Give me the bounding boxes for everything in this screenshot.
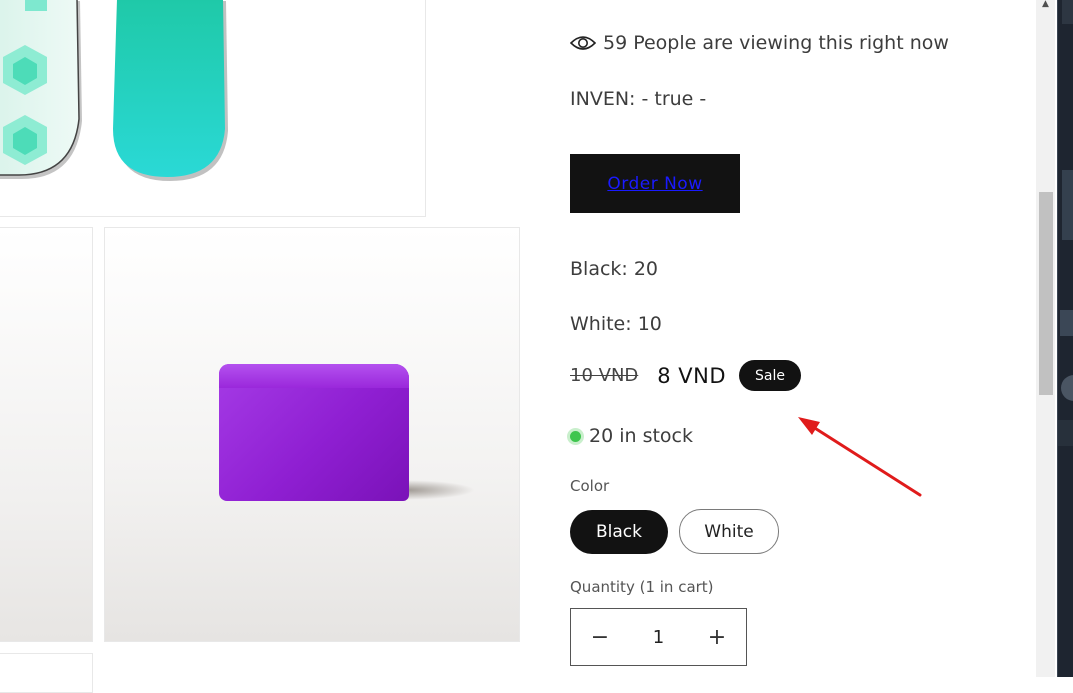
quantity-input[interactable]: 1 xyxy=(653,627,664,648)
page-scrollbar-thumb[interactable] xyxy=(1039,192,1053,395)
viewing-text: 59 People are viewing this right now xyxy=(603,32,949,54)
gallery-image-partial[interactable] xyxy=(0,227,93,642)
stock-status: 20 in stock xyxy=(570,425,693,447)
soap-top-face xyxy=(219,364,409,388)
sale-badge: Sale xyxy=(739,360,802,391)
soap-image xyxy=(219,364,409,501)
scroll-up-arrow-icon[interactable]: ▲ xyxy=(1036,0,1055,14)
color-option-white-label: White xyxy=(704,521,754,542)
color-option-black[interactable]: Black xyxy=(570,510,668,554)
regular-price: 10 VND xyxy=(570,365,639,386)
quantity-stepper: − 1 + xyxy=(570,608,747,666)
order-now-link[interactable]: Order Now xyxy=(607,174,702,194)
color-option-black-label: Black xyxy=(596,522,642,542)
variant-stock-black: Black: 20 xyxy=(570,258,659,280)
sale-price: 8 VND xyxy=(657,363,727,388)
order-now-button[interactable]: Order Now xyxy=(570,154,740,213)
devtools-toolbar xyxy=(1062,0,1073,24)
color-option-white[interactable]: White xyxy=(679,509,779,554)
gallery-image-snowboard[interactable] xyxy=(0,0,426,217)
eye-icon xyxy=(570,36,596,50)
annotation-arrow-icon xyxy=(798,417,922,497)
in-stock-dot-icon xyxy=(570,430,581,442)
gallery-image-soap[interactable] xyxy=(104,227,520,642)
devtools-toggle[interactable] xyxy=(1061,375,1073,401)
snowboard-image xyxy=(0,0,228,181)
devtools-panel-edge xyxy=(1057,0,1073,677)
inventory-text: INVEN: - true - xyxy=(570,88,707,110)
quantity-increase-button[interactable]: + xyxy=(688,625,746,650)
variant-stock-white: White: 10 xyxy=(570,313,662,335)
devtools-tab[interactable] xyxy=(1058,420,1073,446)
viewing-counter: 59 People are viewing this right now xyxy=(570,32,949,54)
devtools-collapse-icon[interactable] xyxy=(1060,310,1073,336)
quantity-label: Quantity (1 in cart) xyxy=(570,578,714,596)
stock-text: 20 in stock xyxy=(589,425,693,447)
gallery-image-next[interactable] xyxy=(0,653,93,693)
quantity-decrease-button[interactable]: − xyxy=(571,625,629,650)
price-row: 10 VND 8 VND Sale xyxy=(570,360,802,391)
devtools-pane xyxy=(1062,170,1073,240)
color-label: Color xyxy=(570,477,610,495)
